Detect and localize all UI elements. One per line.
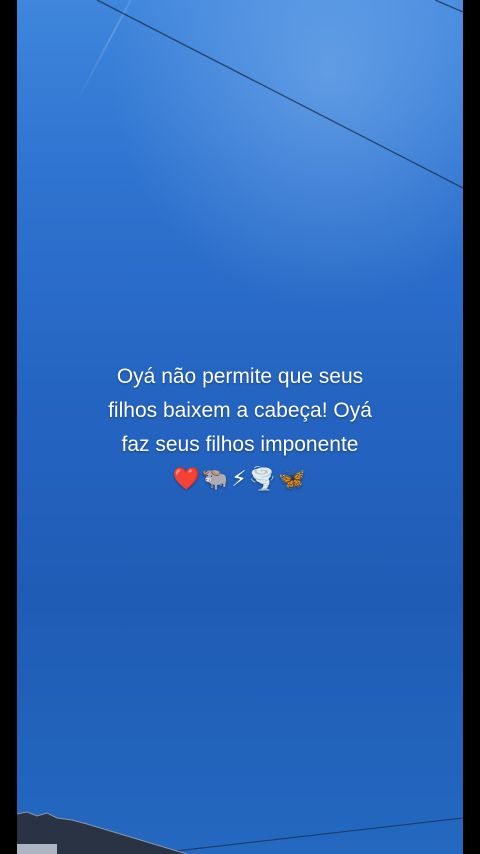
caption-line-3: faz seus filhos imponente bbox=[121, 433, 359, 456]
caption-line-1: Oyá não permite que seus bbox=[116, 365, 364, 388]
roof-panel bbox=[17, 844, 57, 854]
story-frame: Oyá não permite que seus filhos baixem a… bbox=[0, 0, 480, 854]
caption-emojis: ❤️🐃⚡🌪️🦋 bbox=[172, 467, 308, 492]
story-caption: Oyá não permite que seus filhos baixem a… bbox=[17, 360, 463, 496]
power-line-corner bbox=[434, 0, 463, 13]
caption-line-2: filhos baixem a cabeça! Oyá bbox=[108, 399, 372, 422]
rooftop bbox=[17, 811, 188, 854]
power-line-top bbox=[96, 0, 463, 189]
